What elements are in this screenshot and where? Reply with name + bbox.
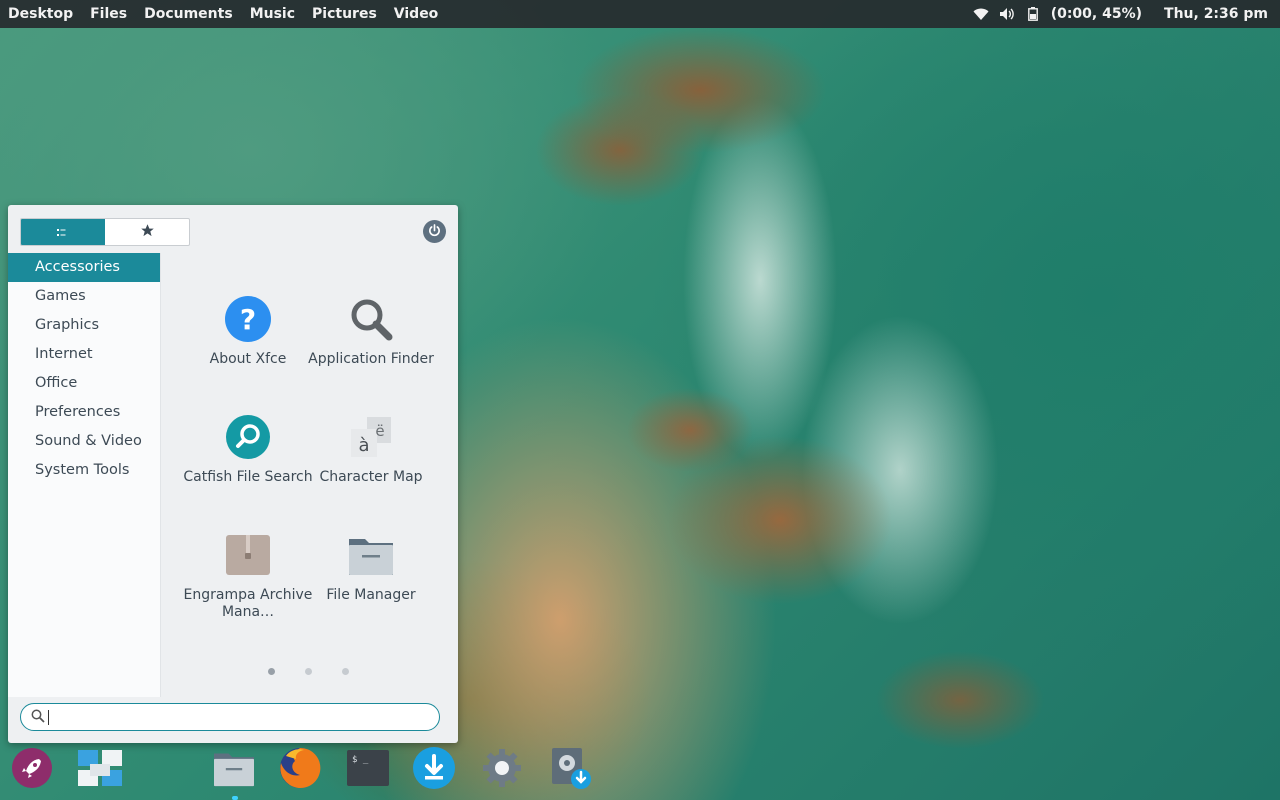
page-dot-2[interactable] xyxy=(305,668,312,675)
category-accessories[interactable]: Accessories xyxy=(8,253,160,282)
places-menu: Desktop Files Documents Music Pictures V… xyxy=(0,6,455,22)
place-video[interactable]: Video xyxy=(394,6,439,22)
place-music[interactable]: Music xyxy=(250,6,295,22)
running-indicator xyxy=(232,796,238,800)
battery-icon[interactable] xyxy=(1025,6,1041,22)
app-catfish-file-search[interactable]: Catfish File Search xyxy=(183,411,313,486)
place-pictures[interactable]: Pictures xyxy=(312,6,377,22)
app-label: Character Map xyxy=(319,469,423,485)
dock: $ _ xyxy=(0,744,1280,800)
character-map-icon: àë xyxy=(351,417,391,457)
app-file-manager[interactable]: File Manager xyxy=(306,529,436,604)
favorites-view-button[interactable] xyxy=(105,219,189,245)
firefox-icon xyxy=(280,747,321,788)
app-label: Catfish File Search xyxy=(183,469,313,485)
category-graphics[interactable]: Graphics xyxy=(8,311,160,340)
dock-terminal[interactable]: $ _ xyxy=(346,746,390,790)
power-button[interactable] xyxy=(423,220,446,243)
launcher-rocket-icon xyxy=(12,748,52,788)
dock-files[interactable] xyxy=(212,746,256,790)
search-input[interactable] xyxy=(55,709,435,725)
app-about-xfce[interactable]: ? About Xfce xyxy=(183,293,313,368)
magnifier-icon xyxy=(351,299,393,341)
dock-launcher[interactable] xyxy=(10,746,54,790)
text-caret xyxy=(48,709,49,725)
svg-text:?: ? xyxy=(240,303,256,336)
page-dot-3[interactable] xyxy=(342,668,349,675)
settings-gear-icon xyxy=(483,749,521,787)
category-preferences[interactable]: Preferences xyxy=(8,398,160,427)
wifi-icon[interactable] xyxy=(973,6,989,22)
disk-install-icon xyxy=(552,748,591,789)
power-icon xyxy=(428,222,441,241)
volume-icon[interactable] xyxy=(999,6,1015,22)
category-games[interactable]: Games xyxy=(8,282,160,311)
svg-text:$ _: $ _ xyxy=(352,755,369,765)
svg-text:ë: ë xyxy=(375,422,384,440)
battery-status: (0:00, 45%) xyxy=(1050,6,1143,22)
dock-workspaces[interactable] xyxy=(78,746,122,790)
app-label: Application Finder xyxy=(308,351,434,367)
folder-icon xyxy=(349,539,393,575)
terminal-icon: $ _ xyxy=(347,750,389,786)
app-label: File Manager xyxy=(326,587,416,603)
application-menu: Accessories Games Graphics Internet Offi… xyxy=(8,205,458,743)
category-sidebar: Accessories Games Graphics Internet Offi… xyxy=(8,253,161,697)
place-files[interactable]: Files xyxy=(90,6,127,22)
category-office[interactable]: Office xyxy=(8,369,160,398)
help-icon: ? xyxy=(225,296,271,342)
category-internet[interactable]: Internet xyxy=(8,340,160,369)
workspaces-icon xyxy=(78,750,122,786)
files-folder-icon xyxy=(214,753,254,787)
catfish-search-icon xyxy=(226,415,270,459)
app-label: Engrampa Archive Mana… xyxy=(183,587,313,620)
dock-firefox[interactable] xyxy=(278,746,322,790)
archive-icon xyxy=(226,535,270,575)
top-panel: Desktop Files Documents Music Pictures V… xyxy=(0,0,1280,28)
page-indicator xyxy=(268,668,349,675)
app-character-map[interactable]: àë Character Map xyxy=(306,411,436,486)
place-desktop[interactable]: Desktop xyxy=(8,6,73,22)
search-icon xyxy=(31,708,45,727)
app-label: About Xfce xyxy=(209,351,287,367)
list-view-icon xyxy=(57,223,69,242)
search-box[interactable] xyxy=(20,703,440,731)
category-sound-video[interactable]: Sound & Video xyxy=(8,427,160,456)
dock-disk-install[interactable] xyxy=(548,746,592,790)
system-tray: (0:00, 45%) Thu, 2:36 pm xyxy=(973,6,1280,22)
svg-text:à: à xyxy=(358,435,369,456)
dock-settings[interactable] xyxy=(480,746,524,790)
page-dot-1[interactable] xyxy=(268,668,275,675)
app-engrampa-archive-manager[interactable]: Engrampa Archive Mana… xyxy=(183,529,313,621)
favorites-star-icon xyxy=(140,223,155,242)
app-application-finder[interactable]: Application Finder xyxy=(306,293,436,368)
list-view-button[interactable] xyxy=(21,219,105,245)
download-icon xyxy=(413,747,455,789)
dock-download[interactable] xyxy=(412,746,456,790)
category-system-tools[interactable]: System Tools xyxy=(8,456,160,485)
view-toggle xyxy=(20,218,190,246)
place-documents[interactable]: Documents xyxy=(144,6,233,22)
clock[interactable]: Thu, 2:36 pm xyxy=(1164,6,1268,22)
